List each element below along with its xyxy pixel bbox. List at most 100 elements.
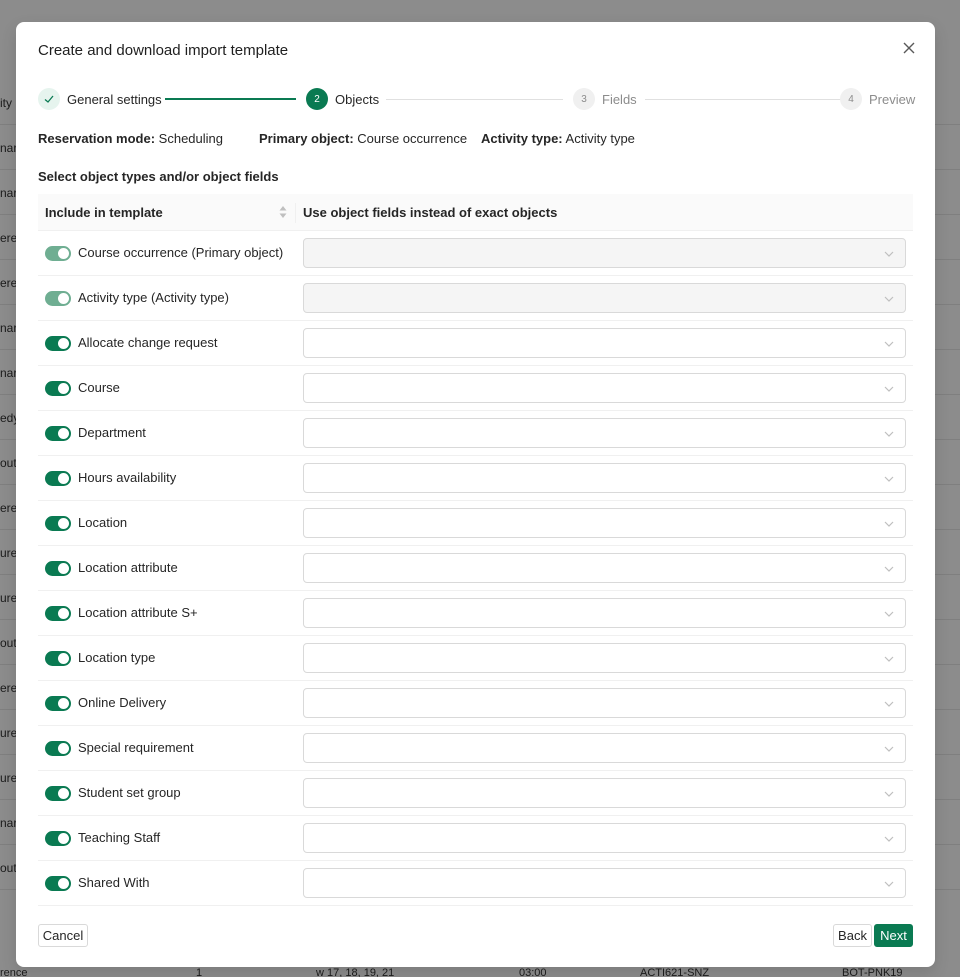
toggle-knob [58, 473, 69, 484]
cancel-button[interactable]: Cancel [38, 924, 88, 947]
step-general-settings[interactable]: General settings [38, 88, 162, 110]
table-body: Course occurrence (Primary object) Activi… [38, 231, 913, 906]
chevron-down-icon [883, 743, 895, 755]
object-fields-select[interactable] [303, 778, 906, 808]
table-row: Online Delivery [38, 681, 913, 726]
table-header: Include in template Use object fields in… [38, 194, 913, 231]
object-fields-select[interactable] [303, 868, 906, 898]
step-label: Preview [869, 91, 916, 107]
toggle-knob [58, 833, 69, 844]
toggle-knob [58, 518, 69, 529]
column-header-include: Include in template [45, 205, 163, 220]
toggle-knob [58, 338, 69, 349]
object-type-label: Teaching Staff [78, 830, 161, 845]
object-fields-select[interactable] [303, 643, 906, 673]
object-fields-select [303, 283, 906, 313]
object-type-label: Activity type (Activity type) [78, 290, 229, 305]
step-connector [165, 98, 296, 100]
object-type-label: Department [78, 425, 146, 440]
step-preview[interactable]: 4 Preview [840, 88, 915, 110]
step-label: General settings [67, 91, 162, 107]
table-row: Location type [38, 636, 913, 681]
object-type-label: Location type [78, 650, 156, 665]
include-toggle[interactable] [45, 471, 71, 486]
column-header-fields: Use object fields instead of exact objec… [303, 205, 558, 220]
toggle-knob [58, 788, 69, 799]
object-fields-select[interactable] [303, 463, 906, 493]
object-fields-select[interactable] [303, 373, 906, 403]
activity-type: Activity type: Activity type [481, 131, 635, 146]
object-type-label: Shared With [78, 875, 150, 890]
include-toggle[interactable] [45, 696, 71, 711]
object-fields-select[interactable] [303, 598, 906, 628]
close-icon[interactable] [899, 38, 919, 58]
table-row: Allocate change request [38, 321, 913, 366]
object-fields-select[interactable] [303, 553, 906, 583]
table-row: Course occurrence (Primary object) [38, 231, 913, 276]
chevron-down-icon [883, 833, 895, 845]
back-button[interactable]: Back [833, 924, 872, 947]
table-row: Course [38, 366, 913, 411]
object-fields-select[interactable] [303, 508, 906, 538]
object-fields-select[interactable] [303, 733, 906, 763]
include-toggle[interactable] [45, 651, 71, 666]
include-toggle[interactable] [45, 876, 71, 891]
table-row: Location attribute [38, 546, 913, 591]
chevron-down-icon [883, 248, 895, 260]
include-toggle [45, 246, 71, 261]
import-template-modal: Create and download import template Gene… [16, 22, 935, 967]
step-objects[interactable]: 2 Objects [306, 88, 379, 110]
include-toggle[interactable] [45, 606, 71, 621]
table-row: Shared With [38, 861, 913, 906]
toggle-knob [58, 653, 69, 664]
object-type-label: Online Delivery [78, 695, 167, 710]
toggle-knob [58, 878, 69, 889]
chevron-down-icon [883, 293, 895, 305]
chevron-down-icon [883, 338, 895, 350]
check-icon [38, 88, 60, 110]
chevron-down-icon [883, 563, 895, 575]
object-type-label: Special requirement [78, 740, 194, 755]
table-row: Hours availability [38, 456, 913, 501]
toggle-knob [58, 428, 69, 439]
next-button[interactable]: Next [874, 924, 913, 947]
chevron-down-icon [883, 788, 895, 800]
activity-type-value: Activity type [565, 131, 635, 146]
include-toggle [45, 291, 71, 306]
include-toggle[interactable] [45, 381, 71, 396]
toggle-knob [58, 248, 69, 259]
object-type-label: Allocate change request [78, 335, 218, 350]
object-fields-select[interactable] [303, 328, 906, 358]
include-toggle[interactable] [45, 786, 71, 801]
sort-icon[interactable] [278, 204, 288, 220]
object-fields-select[interactable] [303, 688, 906, 718]
chevron-down-icon [883, 383, 895, 395]
include-toggle[interactable] [45, 336, 71, 351]
include-toggle[interactable] [45, 426, 71, 441]
step-number: 3 [573, 88, 595, 110]
object-type-label: Location attribute S+ [78, 605, 198, 620]
activity-type-key: Activity type: [481, 131, 563, 146]
include-toggle[interactable] [45, 516, 71, 531]
object-type-label: Hours availability [78, 470, 177, 485]
object-fields-select[interactable] [303, 823, 906, 853]
include-toggle[interactable] [45, 831, 71, 846]
chevron-down-icon [883, 653, 895, 665]
include-toggle[interactable] [45, 561, 71, 576]
table-row: Special requirement [38, 726, 913, 771]
object-type-label: Course [78, 380, 120, 395]
object-fields-select[interactable] [303, 418, 906, 448]
table-row: Teaching Staff [38, 816, 913, 861]
object-type-label: Location [78, 515, 128, 530]
step-connector [645, 99, 841, 100]
step-label: Objects [335, 91, 380, 107]
step-number: 2 [306, 88, 328, 110]
primary-object-value: Course occurrence [357, 131, 468, 146]
include-toggle[interactable] [45, 741, 71, 756]
step-fields[interactable]: 3 Fields [573, 88, 637, 110]
object-type-label: Location attribute [78, 560, 178, 575]
column-divider [295, 203, 296, 223]
object-types-table: Include in template Use object fields in… [38, 194, 913, 906]
chevron-down-icon [883, 518, 895, 530]
toggle-knob [58, 383, 69, 394]
